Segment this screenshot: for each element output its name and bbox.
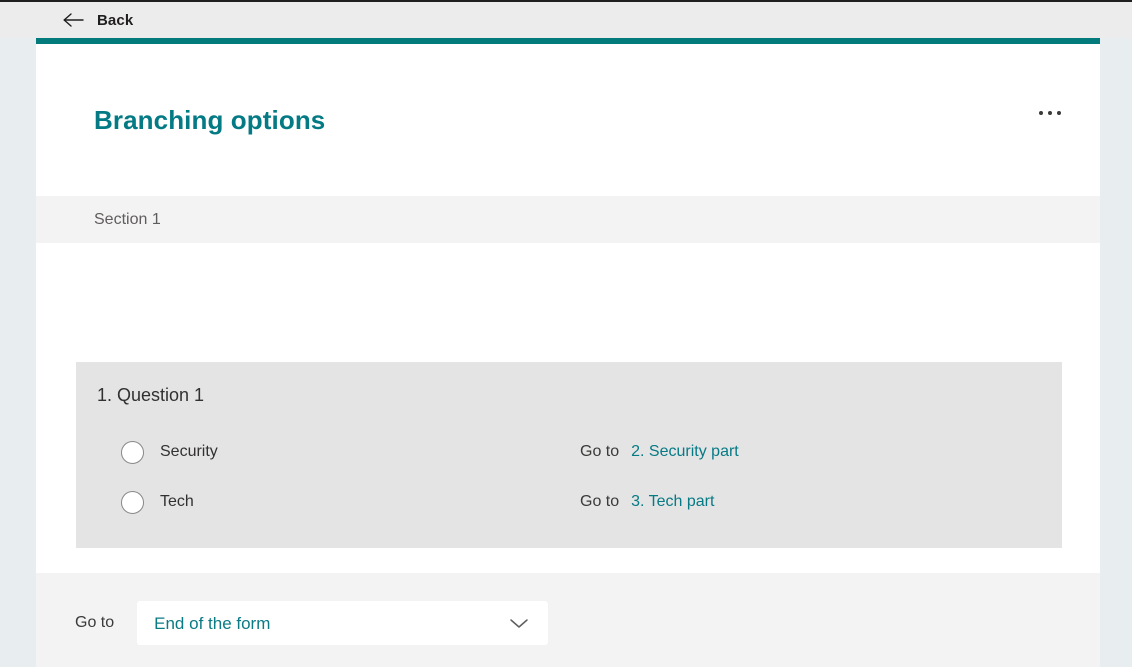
- ellipsis-dot: [1039, 111, 1043, 115]
- page-title: Branching options: [94, 105, 326, 135]
- choice-row: Tech Go to 3. Tech part: [76, 477, 1062, 527]
- goto-label: Go to: [580, 443, 620, 460]
- choice-list: Security Go to 2. Security part Tech Go …: [76, 427, 1062, 527]
- radio-unchecked-icon[interactable]: [121, 490, 144, 514]
- ellipsis-dot: [1057, 111, 1061, 115]
- choice-label: Security: [160, 443, 218, 460]
- question-area: 1. Question 1 Security Go to 2. Security…: [36, 243, 1100, 573]
- footer-goto-label: Go to: [75, 614, 115, 631]
- section-goto-dropdown-value: End of the form: [154, 613, 271, 633]
- section-branch-footer: Go to End of the form: [36, 573, 1100, 667]
- back-button-label: Back: [97, 11, 134, 29]
- goto-target-link[interactable]: 2. Security part: [631, 444, 739, 460]
- choice-label: Tech: [160, 493, 194, 510]
- back-button[interactable]: Back: [58, 4, 137, 36]
- section-header-bar: Section 1: [36, 196, 1100, 243]
- radio-unchecked-icon[interactable]: [121, 440, 144, 464]
- choice-row: Security Go to 2. Security part: [76, 427, 1062, 477]
- question-block: 1. Question 1 Security Go to 2. Security…: [76, 362, 1062, 548]
- ellipsis-dot: [1048, 111, 1052, 115]
- card-header: Branching options: [36, 44, 1100, 196]
- choice-branch-target: Go to 3. Tech part: [580, 494, 714, 510]
- arrow-left-icon: [62, 11, 84, 29]
- question-title: 1. Question 1: [97, 385, 205, 405]
- section-label: Section 1: [94, 210, 161, 228]
- top-command-bar: Back: [0, 2, 1132, 38]
- section-goto-dropdown[interactable]: End of the form: [137, 601, 549, 645]
- chevron-down-icon: [508, 616, 530, 630]
- goto-label: Go to: [580, 493, 620, 510]
- ellipsis-horizontal-icon[interactable]: [1030, 96, 1070, 130]
- choice-branch-target: Go to 2. Security part: [580, 444, 739, 460]
- goto-target-link[interactable]: 3. Tech part: [631, 494, 714, 510]
- branching-options-card: Branching options Section 1 1. Question …: [36, 38, 1100, 667]
